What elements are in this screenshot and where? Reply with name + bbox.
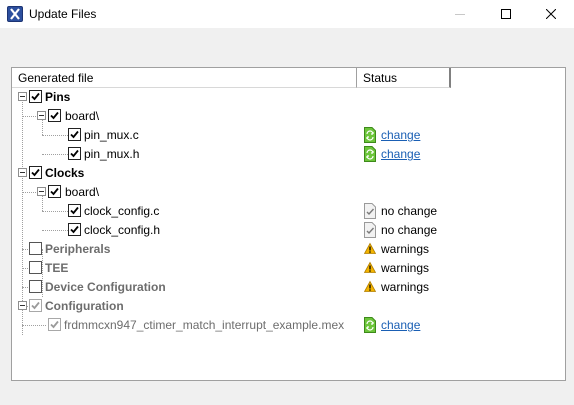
close-button[interactable] bbox=[528, 0, 574, 28]
collapse-toggle[interactable] bbox=[37, 187, 46, 196]
check-icon bbox=[31, 168, 40, 177]
tree-row-label: clock_config.h bbox=[84, 223, 161, 237]
file-unchanged-icon bbox=[364, 203, 376, 219]
window-title: Update Files bbox=[29, 7, 97, 21]
column-header-label: Generated file bbox=[18, 71, 94, 85]
check-icon bbox=[70, 206, 79, 215]
change-link[interactable]: change bbox=[381, 147, 420, 161]
collapse-toggle[interactable] bbox=[18, 92, 27, 101]
tree-row-clocks[interactable]: Clocks bbox=[12, 164, 565, 183]
tree-row-label: TEE bbox=[45, 261, 69, 275]
minimize-icon bbox=[455, 14, 465, 15]
maximize-button[interactable] bbox=[483, 0, 529, 28]
tree-row-label: Pins bbox=[45, 90, 71, 104]
check-icon bbox=[31, 301, 40, 310]
title-bar: Update Files bbox=[0, 0, 574, 28]
change-link[interactable]: change bbox=[381, 128, 420, 142]
tree-row-label: board\ bbox=[65, 109, 100, 123]
file-changed-icon bbox=[364, 146, 376, 162]
maximize-icon bbox=[501, 9, 511, 19]
tree-row-configuration[interactable]: Configuration bbox=[12, 297, 565, 316]
check-icon bbox=[70, 225, 79, 234]
clocks-checkbox[interactable] bbox=[29, 166, 42, 179]
file-changed-icon bbox=[364, 317, 376, 333]
pin-mux-c-checkbox[interactable] bbox=[68, 128, 81, 141]
warning-icon bbox=[364, 242, 376, 254]
tree-row-clock-config-c[interactable]: clock_config.c no change bbox=[12, 202, 565, 221]
tree-row-clocks-board[interactable]: board\ bbox=[12, 183, 565, 202]
column-header-label: Status bbox=[363, 71, 398, 85]
tree-row-pin-mux-h[interactable]: pin_mux.h change bbox=[12, 145, 565, 164]
app-x-icon bbox=[7, 6, 23, 22]
warning-icon bbox=[364, 261, 376, 273]
clock-config-h-checkbox[interactable] bbox=[68, 223, 81, 236]
close-icon bbox=[546, 9, 556, 19]
tree-row-label: Clocks bbox=[45, 166, 85, 180]
tree-row-label: Peripherals bbox=[45, 242, 111, 256]
generated-files-table: Generated file Status Pins board\ pin_mu… bbox=[11, 67, 566, 381]
check-icon bbox=[70, 130, 79, 139]
check-icon bbox=[31, 92, 40, 101]
warning-icon bbox=[364, 280, 376, 292]
clocks-board-checkbox[interactable] bbox=[48, 185, 61, 198]
column-header-status[interactable]: Status bbox=[357, 68, 451, 88]
minimize-button[interactable] bbox=[437, 0, 483, 28]
tree-row-device-configuration[interactable]: Device Configuration warnings bbox=[12, 278, 565, 297]
check-icon bbox=[50, 111, 59, 120]
status-text: no change bbox=[381, 223, 438, 237]
status-text: warnings bbox=[381, 242, 430, 256]
tree-row-label: Device Configuration bbox=[45, 280, 166, 294]
tree-row-label: board\ bbox=[65, 185, 100, 199]
tree-row-mex-file[interactable]: frdmmcxn947_ctimer_match_interrupt_examp… bbox=[12, 316, 565, 335]
file-changed-icon bbox=[364, 127, 376, 143]
check-icon bbox=[50, 320, 59, 329]
change-link[interactable]: change bbox=[381, 318, 420, 332]
tree-row-label: pin_mux.h bbox=[84, 147, 140, 161]
file-unchanged-icon bbox=[364, 222, 376, 238]
column-header-generated-file[interactable]: Generated file bbox=[12, 68, 357, 88]
tree-row-pin-mux-c[interactable]: pin_mux.c change bbox=[12, 126, 565, 145]
pins-board-checkbox[interactable] bbox=[48, 109, 61, 122]
tree-row-peripherals[interactable]: Peripherals warnings bbox=[12, 240, 565, 259]
pins-checkbox[interactable] bbox=[29, 90, 42, 103]
mex-file-checkbox[interactable] bbox=[48, 318, 61, 331]
collapse-toggle[interactable] bbox=[18, 301, 27, 310]
configuration-checkbox[interactable] bbox=[29, 299, 42, 312]
tree-row-clock-config-h[interactable]: clock_config.h no change bbox=[12, 221, 565, 240]
collapse-toggle[interactable] bbox=[18, 168, 27, 177]
tree-row-pins[interactable]: Pins bbox=[12, 88, 565, 107]
check-icon bbox=[70, 149, 79, 158]
collapse-toggle[interactable] bbox=[37, 111, 46, 120]
status-text: warnings bbox=[381, 280, 430, 294]
tree-row-label: pin_mux.c bbox=[84, 128, 139, 142]
pin-mux-h-checkbox[interactable] bbox=[68, 147, 81, 160]
tree-row-tee[interactable]: TEE warnings bbox=[12, 259, 565, 278]
device-configuration-checkbox[interactable] bbox=[29, 280, 42, 293]
tree-row-label: clock_config.c bbox=[84, 204, 160, 218]
tree-row-label: frdmmcxn947_ctimer_match_interrupt_examp… bbox=[64, 318, 345, 332]
check-icon bbox=[50, 187, 59, 196]
status-text: warnings bbox=[381, 261, 430, 275]
peripherals-checkbox[interactable] bbox=[29, 242, 42, 255]
clock-config-c-checkbox[interactable] bbox=[68, 204, 81, 217]
tree-row-label: Configuration bbox=[45, 299, 124, 313]
tree-row-pins-board[interactable]: board\ bbox=[12, 107, 565, 126]
status-text: no change bbox=[381, 204, 438, 218]
tee-checkbox[interactable] bbox=[29, 261, 42, 274]
